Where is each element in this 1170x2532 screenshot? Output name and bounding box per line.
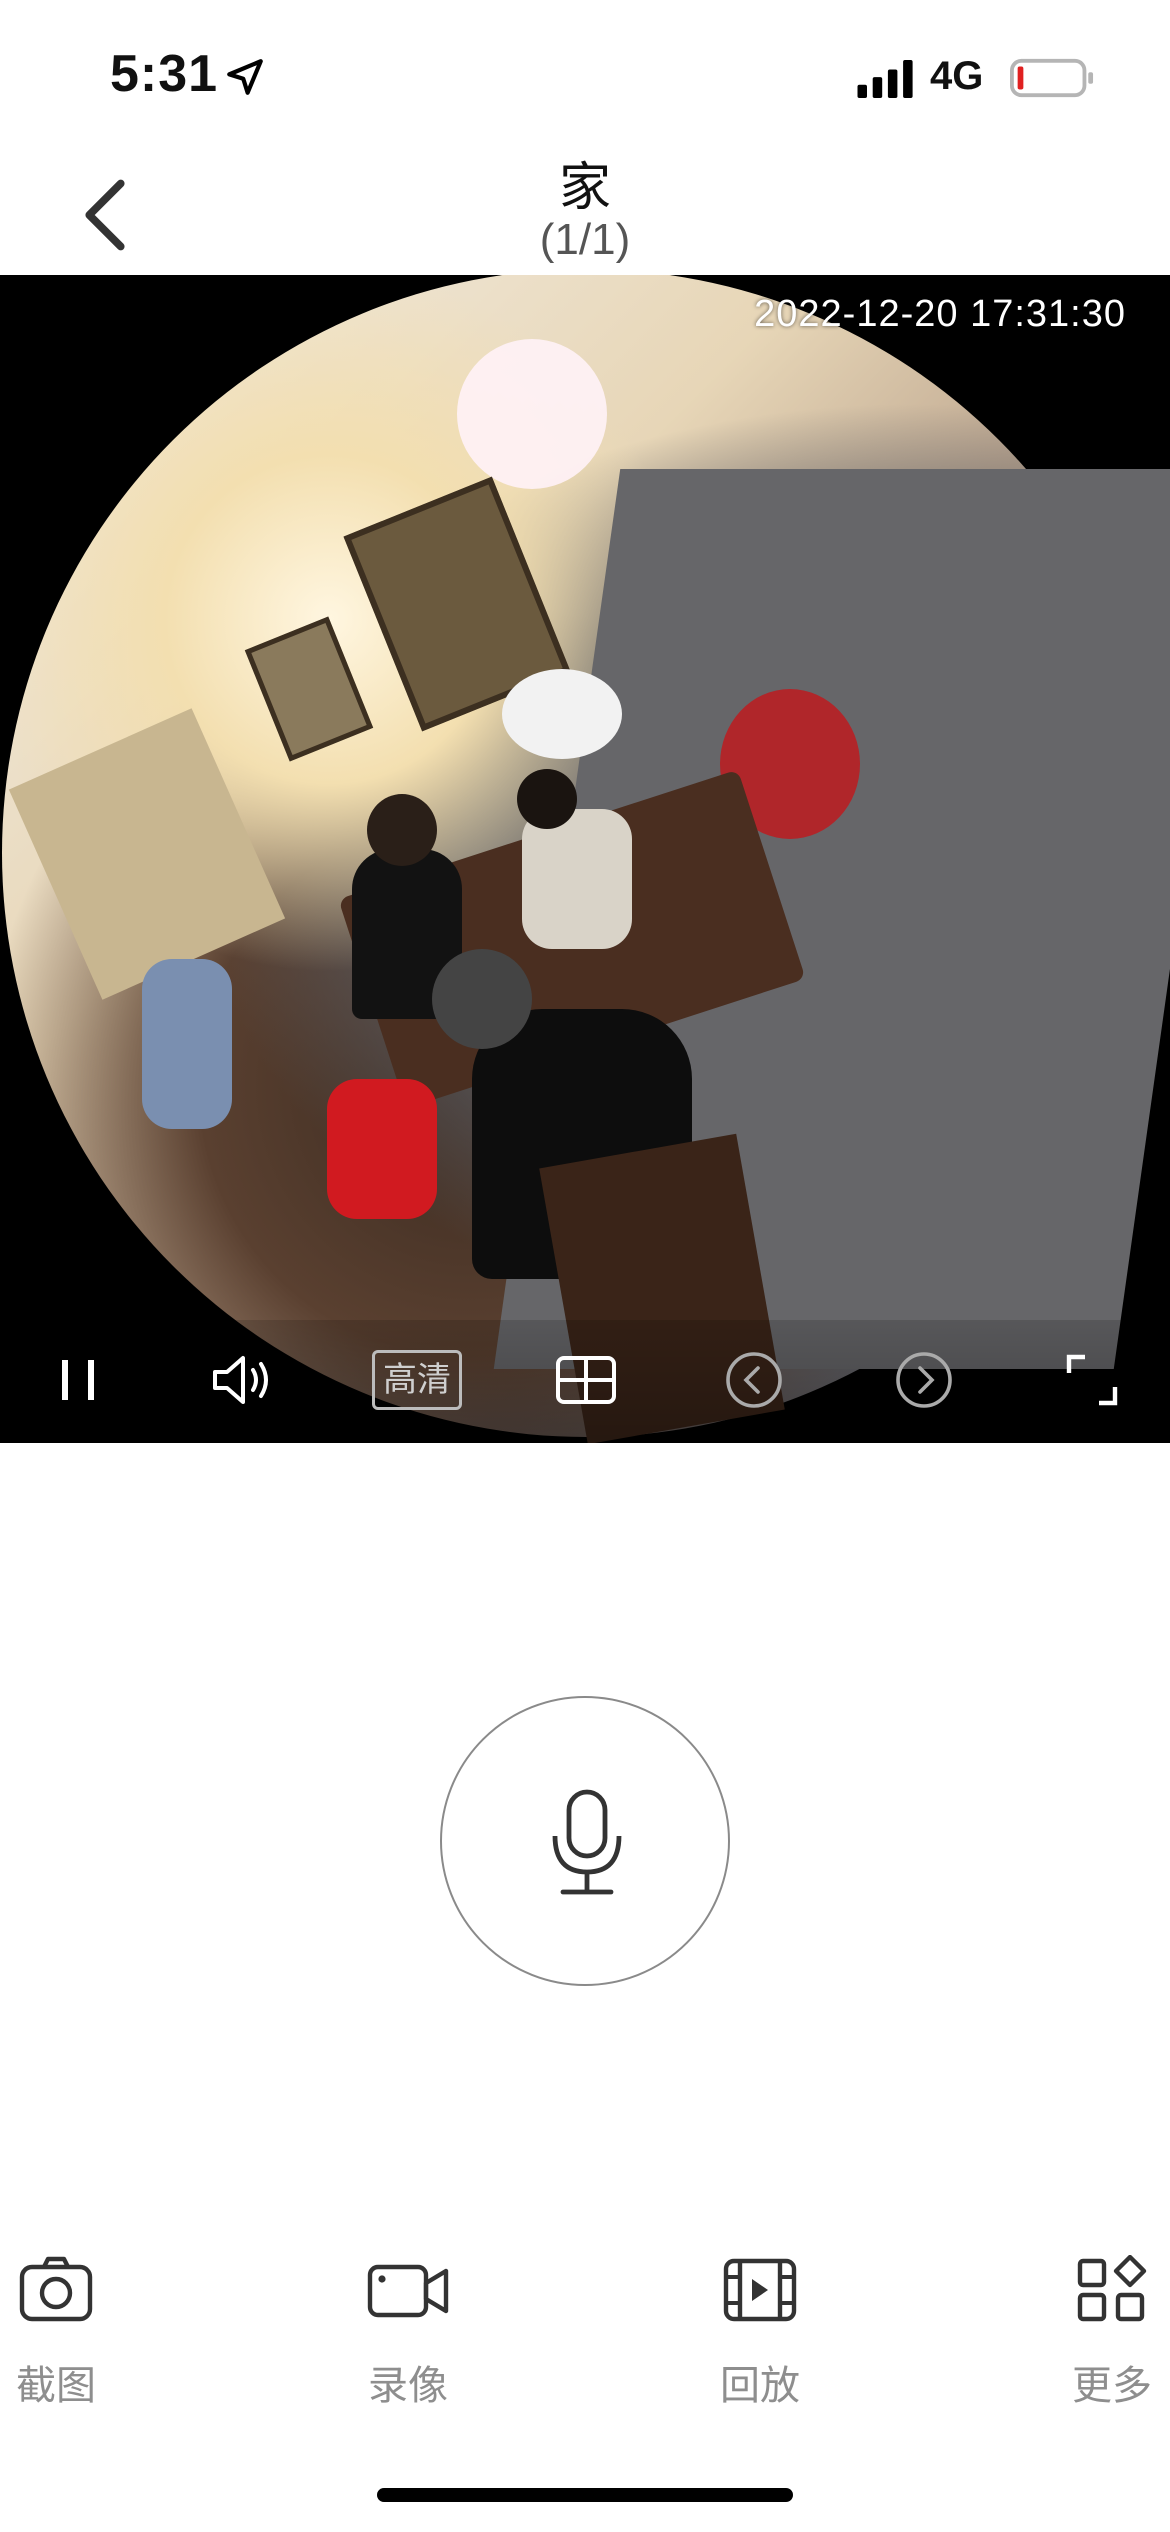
pause-button[interactable] [48,1348,108,1412]
home-indicator[interactable] [377,2488,793,2502]
layout-button[interactable] [552,1348,620,1412]
fullscreen-icon [1066,1354,1118,1406]
video-timestamp: 2022-12-20 17:31:30 [754,293,1126,335]
tab-more[interactable]: 更多 [1022,2255,1170,2408]
page-subtitle: (1/1) [539,215,631,264]
quality-toggle[interactable]: 高清 [372,1350,462,1410]
grid-layout-icon [556,1356,616,1404]
tab-screenshot[interactable]: 截图 [0,2255,146,2408]
speaker-icon [213,1356,268,1404]
microphone-icon [552,1789,622,1895]
pause-icon [62,1360,94,1400]
fisheye-camera-image [2,275,1170,1443]
location-arrow-icon [227,59,263,95]
live-video-view[interactable]: 2022-12-20 17:31:30 高清 [0,275,1170,1443]
tab-label: 截图 [16,2364,96,2408]
talk-button[interactable] [440,1696,730,1986]
tab-playback[interactable]: 回放 [670,2255,850,2408]
camera-live-screen: 5:31 4G 家 (1/1) 2022-12-20 17:31:30 高清 截… [0,0,1170,2532]
nav-bar: 家 (1/1) [0,130,1170,275]
playback-icon [723,2258,797,2322]
cellular-signal-icon [857,60,913,98]
tab-record[interactable]: 录像 [318,2255,498,2408]
previous-camera-button[interactable] [722,1348,786,1412]
tab-label: 更多 [1072,2364,1152,2408]
volume-button[interactable] [205,1348,285,1412]
network-type: 4G [930,54,984,98]
tab-label: 回放 [720,2364,800,2408]
page-title: 家 [558,159,611,217]
status-bar: 5:31 4G [0,0,1170,130]
next-camera-button[interactable] [892,1348,956,1412]
status-time: 5:31 [110,45,219,103]
video-camera-icon [367,2264,449,2318]
tab-label: 录像 [368,2364,448,2408]
video-control-bar: 高清 [0,1320,1170,1443]
chevron-right-circle-icon [896,1352,952,1408]
fullscreen-button[interactable] [1062,1348,1122,1412]
camera-icon [19,2256,93,2322]
battery-low-icon [1010,58,1094,98]
chevron-left-circle-icon [726,1352,782,1408]
more-apps-icon [1077,2255,1147,2322]
